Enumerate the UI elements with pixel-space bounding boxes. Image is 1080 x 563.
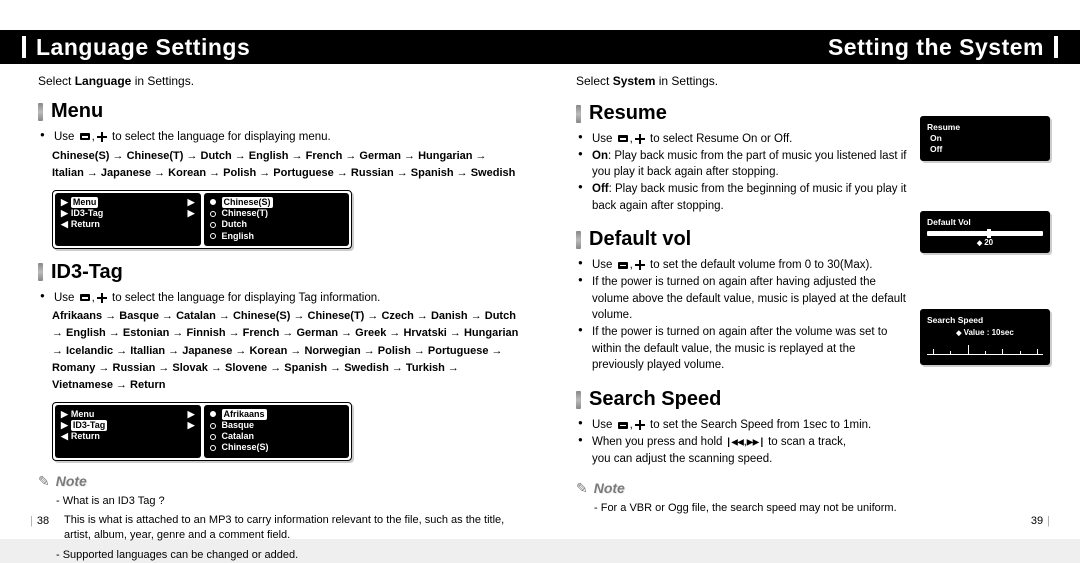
manual-spread: Language Settings Select Language in Set… xyxy=(0,0,1080,539)
header-title-right: Setting the System xyxy=(828,34,1044,61)
page-number-left: |38 xyxy=(30,515,49,527)
minus-icon xyxy=(618,262,628,269)
searchspeed-lcd: Search Speed Value : 10sec xyxy=(920,309,1050,365)
header-pipe-icon xyxy=(1054,36,1058,58)
menu-bullet-1: Use , to select the language for display… xyxy=(40,129,520,146)
id3-lcd-display: ▶Menu▶ ▶ID3-Tag▶ ◀Return Afrikaans Basqu… xyxy=(52,402,352,461)
plus-icon xyxy=(635,420,645,430)
right-screens-column: Resume On Off Default Vol 20 Search Spee… xyxy=(920,88,1050,520)
lcd-id3-left: ▶Menu▶ ▶ID3-Tag▶ ◀Return xyxy=(55,405,201,458)
id3-bullet-1: Use , to select the language for display… xyxy=(40,290,520,307)
resume-lcd: Resume On Off xyxy=(920,116,1050,161)
note-block-right: ✎ Note xyxy=(576,480,908,497)
page-left: Language Settings Select Language in Set… xyxy=(0,0,540,539)
section-menu-title: Menu xyxy=(38,100,520,123)
plus-icon xyxy=(635,134,645,144)
page-number-right: 39| xyxy=(1031,515,1050,527)
id3-bullets: Use , to select the language for display… xyxy=(38,290,520,307)
section-defaultvol-title: Default vol xyxy=(576,228,908,251)
minus-icon xyxy=(618,135,628,142)
section-id3-title: ID3-Tag xyxy=(38,261,520,284)
radio-icon xyxy=(210,411,216,417)
radio-icon xyxy=(210,233,216,239)
section-mark-icon xyxy=(576,391,581,409)
section-mark-icon xyxy=(38,263,43,281)
radio-icon xyxy=(210,423,216,429)
radio-icon xyxy=(210,199,216,205)
lcd-id3-right: Afrikaans Basque Catalan Chinese(S) xyxy=(204,405,350,458)
plus-icon xyxy=(97,132,107,142)
minus-icon xyxy=(80,133,90,140)
note-block-left: ✎ Note xyxy=(38,473,520,490)
header-pipe-icon xyxy=(22,36,26,58)
section-resume-title: Resume xyxy=(576,102,908,125)
header-bar-left: Language Settings xyxy=(0,30,540,64)
menu-bullets: Use , to select the language for display… xyxy=(38,129,520,146)
note-text-left: - What is an ID3 Tag ? This is what is a… xyxy=(38,494,520,563)
fastforward-icon: ▶▶| xyxy=(747,438,765,449)
page-right: Setting the System Select System in Sett… xyxy=(540,0,1080,539)
pencil-icon: ✎ xyxy=(38,473,50,490)
searchspeed-bullets: Use , to set the Search Speed from 1sec … xyxy=(576,417,908,468)
section-mark-icon xyxy=(38,103,43,121)
radio-icon xyxy=(210,434,216,440)
radio-icon xyxy=(210,211,216,217)
header-bar-right: Setting the System xyxy=(540,30,1080,64)
section-mark-icon xyxy=(576,231,581,249)
section-mark-icon xyxy=(576,105,581,123)
radio-icon xyxy=(210,445,216,451)
updown-icon xyxy=(956,328,963,337)
defaultvol-lcd: Default Vol 20 xyxy=(920,211,1050,253)
defaultvol-bullets: Use , to set the default volume from 0 t… xyxy=(576,257,908,374)
note-text-right: - For a VBR or Ogg file, the search spee… xyxy=(576,501,908,516)
subtext-left: Select Language in Settings. xyxy=(38,74,520,88)
pencil-icon: ✎ xyxy=(576,480,588,497)
plus-icon xyxy=(635,260,645,270)
id3-language-chain: Afrikaans → Basque → Catalan → Chinese(S… xyxy=(38,308,520,393)
lcd-menu-right: Chinese(S) Chinese(T) Dutch English xyxy=(204,193,350,246)
radio-icon xyxy=(210,222,216,228)
menu-lcd-display: ▶Menu▶ ▶ID3-Tag▶ ◀Return Chinese(S) Chin… xyxy=(52,190,352,249)
minus-icon xyxy=(618,422,628,429)
rewind-icon: |◀◀ xyxy=(726,438,744,449)
right-body: Resume Use , to select Resume On or Off.… xyxy=(576,88,1050,520)
subtext-right: Select System in Settings. xyxy=(576,74,1050,88)
header-title-left: Language Settings xyxy=(36,34,250,61)
section-searchspeed-title: Search Speed xyxy=(576,388,908,411)
minus-icon xyxy=(80,294,90,301)
updown-icon xyxy=(977,238,984,247)
lcd-menu-left: ▶Menu▶ ▶ID3-Tag▶ ◀Return xyxy=(55,193,201,246)
menu-language-chain: Chinese(S) → Chinese(T) → Dutch → Englis… xyxy=(38,148,520,182)
plus-icon xyxy=(97,293,107,303)
resume-bullets: Use , to select Resume On or Off. On: Pl… xyxy=(576,131,908,214)
